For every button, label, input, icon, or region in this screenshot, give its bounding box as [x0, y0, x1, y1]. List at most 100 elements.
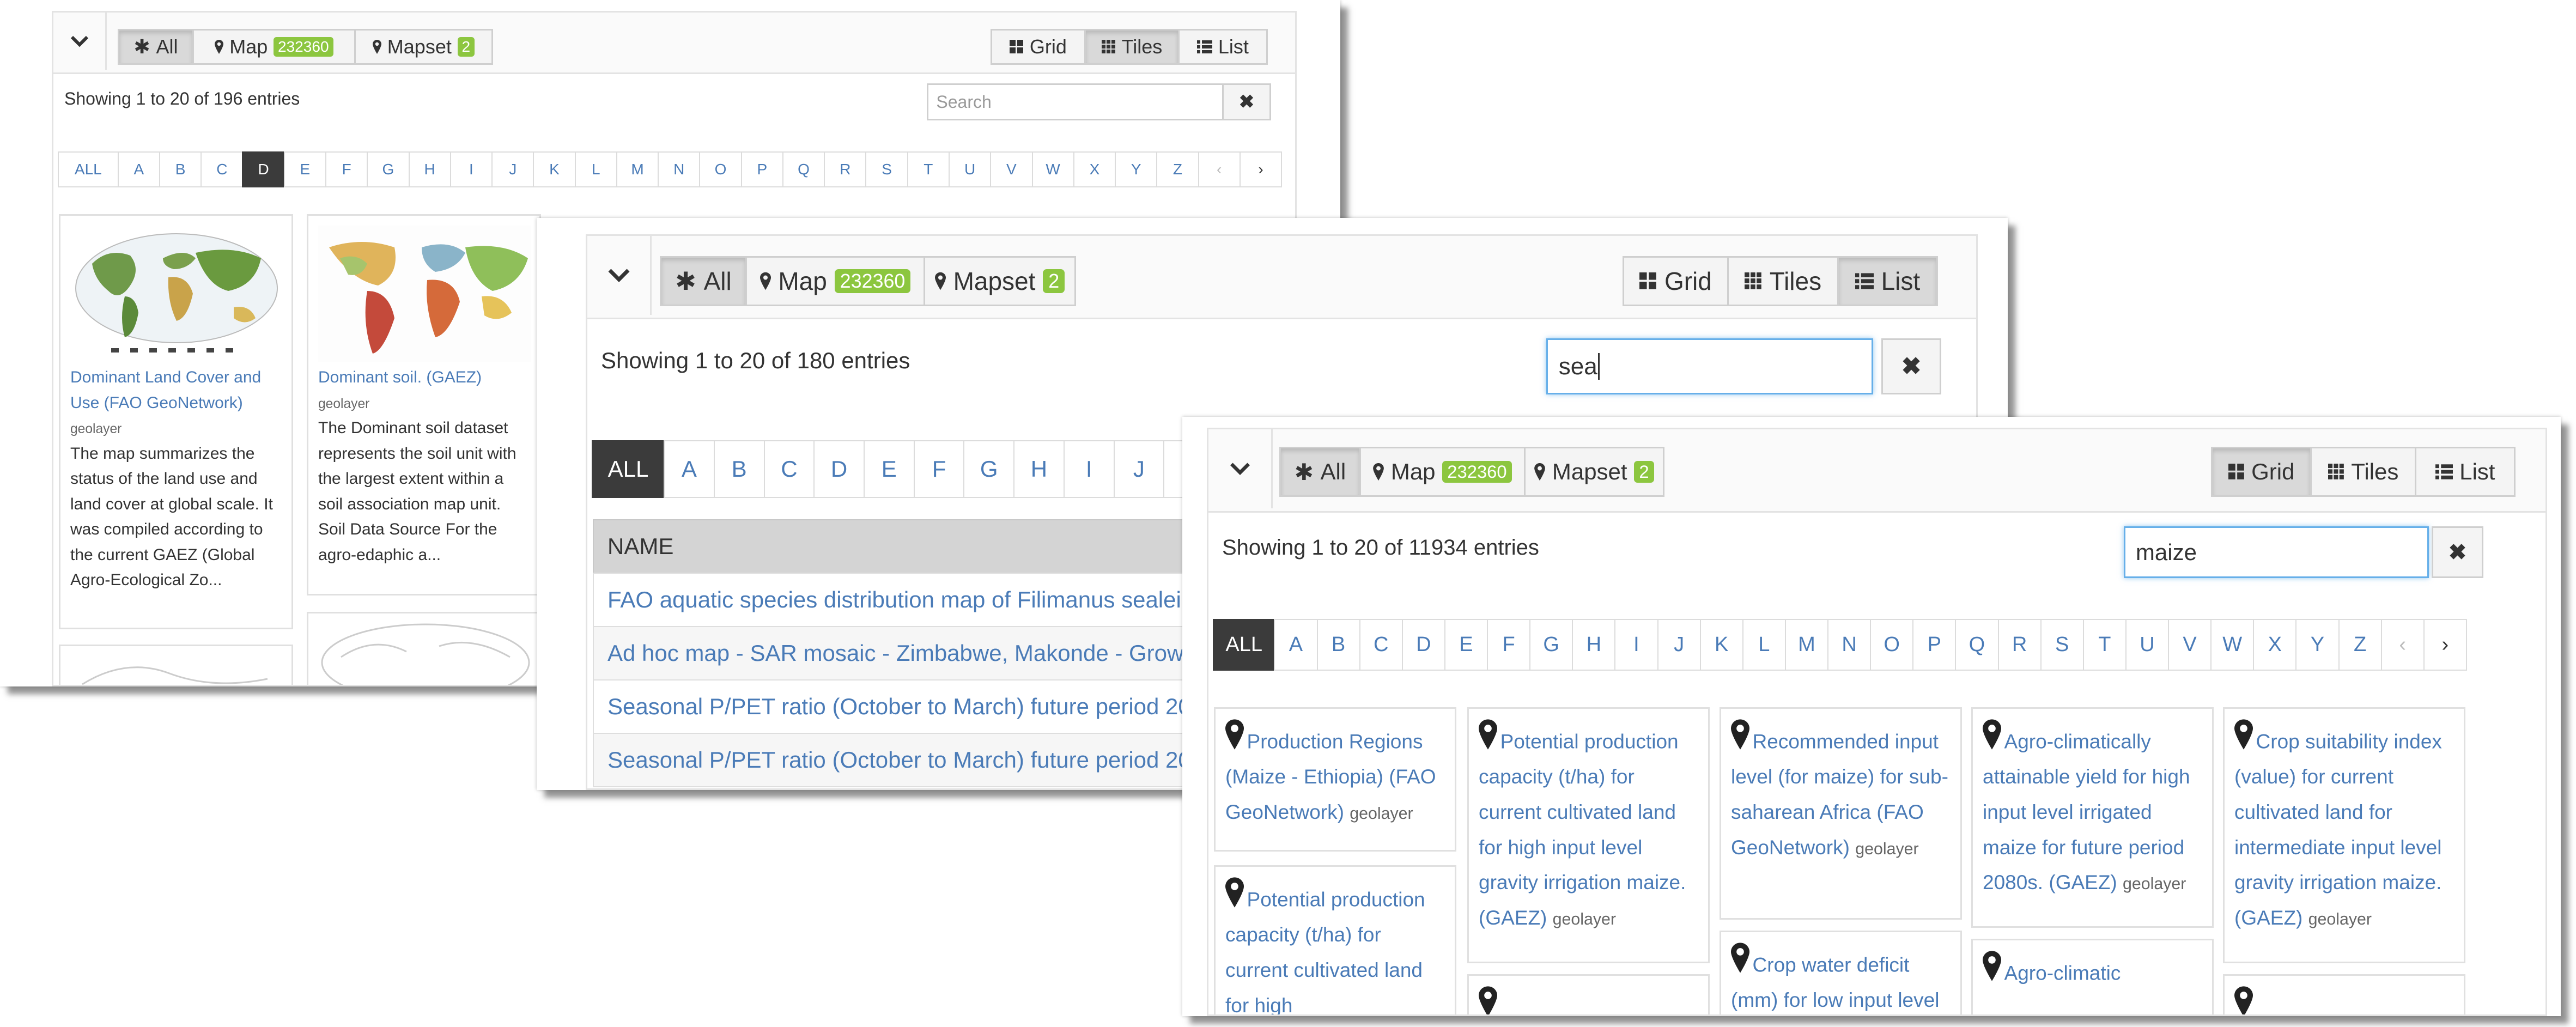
grid-card[interactable]: Crop water deficit (mm) for low input le… [1720, 931, 1962, 1014]
grid-card[interactable]: Potential production capacity (t/ha) for… [1467, 707, 1710, 963]
letter-filter-q[interactable]: Q [782, 151, 825, 187]
tile-title[interactable]: Dominant soil. (GAEZ) [318, 368, 482, 386]
collapse-toggle[interactable] [1208, 429, 1273, 508]
letter-filter-e[interactable]: E [283, 151, 326, 187]
letter-filter-m[interactable]: M [616, 151, 659, 187]
letter-filter-s[interactable]: S [2040, 619, 2084, 671]
view-list-button[interactable]: List [1178, 29, 1268, 65]
letter-filter-r[interactable]: R [824, 151, 867, 187]
letter-filter-l[interactable]: L [574, 151, 617, 187]
view-grid-button[interactable]: Grid [991, 29, 1086, 65]
letter-filter-n[interactable]: N [658, 151, 701, 187]
letter-filter-h[interactable]: H [1013, 440, 1065, 498]
view-list-button[interactable]: List [1837, 256, 1938, 306]
letter-filter-g[interactable]: G [1529, 619, 1573, 671]
view-list-button[interactable]: List [2415, 447, 2516, 497]
prev-page-arrow-icon[interactable]: ‹ [2380, 619, 2425, 671]
letter-filter-d[interactable]: D [813, 440, 865, 498]
clear-search-button[interactable]: ✖ [1881, 338, 1941, 394]
letter-filter-g[interactable]: G [367, 151, 410, 187]
letter-filter-q[interactable]: Q [1955, 619, 1999, 671]
letter-filter-f[interactable]: F [325, 151, 368, 187]
grid-card[interactable]: Agro-climatically attainable yield for h… [1971, 707, 2214, 928]
search-input[interactable]: sea [1546, 338, 1873, 394]
letter-filter-f[interactable]: F [913, 440, 965, 498]
next-page-arrow-icon[interactable]: › [2423, 619, 2467, 671]
tile-card[interactable]: Dominant Land Cover and Use (FAO GeoNetw… [59, 214, 293, 629]
letter-filter-b[interactable]: B [159, 151, 202, 187]
next-page-arrow-icon[interactable]: › [1239, 151, 1283, 187]
filter-map-button[interactable]: Map 232360 [1359, 447, 1526, 497]
letter-filter-d[interactable]: D [1401, 619, 1445, 671]
letter-filter-p[interactable]: P [740, 151, 783, 187]
view-grid-button[interactable]: Grid [2211, 447, 2312, 497]
letter-filter-j[interactable]: J [1113, 440, 1165, 498]
letter-filter-j[interactable]: J [491, 151, 534, 187]
letter-filter-b[interactable]: B [1316, 619, 1360, 671]
letter-filter-a[interactable]: A [664, 440, 715, 498]
search-input[interactable]: Search [927, 83, 1224, 120]
card-title[interactable]: Crop water deficit (mm) for low input le… [1731, 953, 1939, 1014]
letter-filter-u[interactable]: U [948, 151, 992, 187]
view-tiles-button[interactable]: Tiles [1727, 256, 1839, 306]
letter-filter-i[interactable]: I [449, 151, 493, 187]
letter-filter-k[interactable]: K [533, 151, 576, 187]
letter-filter-a[interactable]: A [117, 151, 160, 187]
letter-filter-r[interactable]: R [1997, 619, 2042, 671]
grid-card[interactable]: Recommended input level (for maize) for … [1720, 707, 1962, 920]
card-title[interactable]: Crop suitability index (value) for curre… [2234, 730, 2442, 929]
letter-filter-all[interactable]: ALL [1213, 619, 1275, 671]
card-title[interactable]: Potential production capacity (t/ha) for… [1479, 730, 1686, 929]
clear-search-button[interactable]: ✖ [1222, 83, 1271, 120]
letter-filter-o[interactable]: O [1870, 619, 1914, 671]
letter-filter-all[interactable]: ALL [58, 151, 119, 187]
letter-filter-x[interactable]: X [2253, 619, 2297, 671]
card-title[interactable]: Agro-climatically attainable yield for h… [1983, 730, 2190, 894]
letter-filter-w[interactable]: W [2210, 619, 2255, 671]
letter-filter-t[interactable]: T [907, 151, 950, 187]
prev-page-arrow-icon[interactable]: ‹ [1198, 151, 1241, 187]
letter-filter-b[interactable]: B [713, 440, 765, 498]
filter-all-button[interactable]: ✱ All [1279, 447, 1361, 497]
grid-card[interactable]: Production Regions (Maize - Ethiopia) (F… [1214, 707, 1456, 852]
tile-card[interactable]: Dominant soil. (GAEZ) geolayer The Domin… [307, 214, 541, 595]
view-tiles-button[interactable]: Tiles [2310, 447, 2416, 497]
letter-filter-d[interactable]: D [242, 151, 285, 187]
tile-card[interactable] [59, 645, 293, 685]
filter-all-button[interactable]: ✱ All [660, 256, 747, 306]
letter-filter-s[interactable]: S [865, 151, 908, 187]
letter-filter-h[interactable]: H [408, 151, 451, 187]
letter-filter-y[interactable]: Y [1115, 151, 1158, 187]
letter-filter-all[interactable]: ALL [592, 440, 665, 498]
letter-filter-o[interactable]: O [699, 151, 742, 187]
clear-search-button[interactable]: ✖ [2432, 526, 2483, 578]
view-tiles-button[interactable]: Tiles [1084, 29, 1180, 65]
tile-card[interactable] [307, 612, 541, 685]
grid-card[interactable] [1467, 974, 1710, 1014]
letter-filter-n[interactable]: N [1827, 619, 1872, 671]
letter-filter-m[interactable]: M [1784, 619, 1829, 671]
letter-filter-c[interactable]: C [1359, 619, 1403, 671]
filter-map-button[interactable]: Map 232360 [192, 29, 356, 65]
card-title[interactable]: Recommended input level (for maize) for … [1731, 730, 1948, 858]
letter-filter-z[interactable]: Z [2338, 619, 2382, 671]
letter-filter-l[interactable]: L [1742, 619, 1786, 671]
letter-filter-j[interactable]: J [1657, 619, 1701, 671]
grid-card[interactable]: Potential production capacity (t/ha) for… [1214, 865, 1456, 1014]
filter-all-button[interactable]: ✱ All [118, 29, 194, 65]
search-input[interactable]: maize [2124, 526, 2429, 578]
letter-filter-u[interactable]: U [2125, 619, 2170, 671]
filter-map-button[interactable]: Map 232360 [745, 256, 925, 306]
letter-filter-c[interactable]: C [763, 440, 815, 498]
letter-filter-e[interactable]: E [863, 440, 915, 498]
letter-filter-t[interactable]: T [2082, 619, 2127, 671]
letter-filter-g[interactable]: G [963, 440, 1015, 498]
letter-filter-e[interactable]: E [1444, 619, 1489, 671]
letter-filter-i[interactable]: I [1063, 440, 1115, 498]
letter-filter-i[interactable]: I [1614, 619, 1658, 671]
letter-filter-h[interactable]: H [1572, 619, 1616, 671]
letter-filter-v[interactable]: V [990, 151, 1033, 187]
collapse-toggle[interactable] [53, 13, 107, 70]
letter-filter-c[interactable]: C [201, 151, 244, 187]
grid-card[interactable]: Crop suitability index (value) for curre… [2223, 707, 2465, 963]
